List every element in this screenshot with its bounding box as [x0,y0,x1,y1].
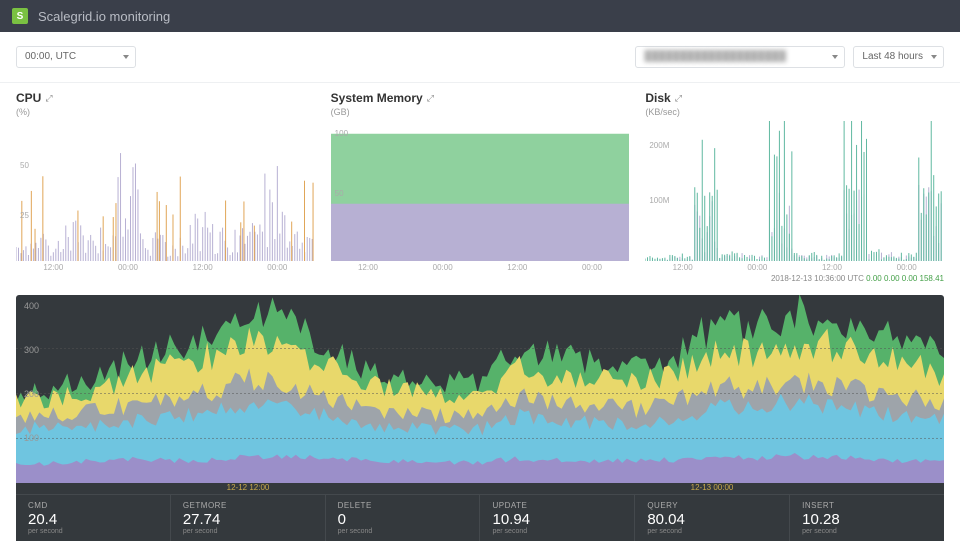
toolbar: 00:00, UTC ████████████████████ Last 48 … [0,32,960,83]
main-chart-panel: 400 300 200 100 12-12 12:0012-13 00:00 C… [16,295,944,541]
disk-chart-unit: (KB/sec) [645,107,944,117]
expand-icon[interactable]: ⤢ [427,93,434,104]
main-x-labels: 12-12 12:0012-13 00:00 [16,483,944,494]
disk-chart-card: Disk ⤢ (KB/sec) 200M 100M 12:0000:00 12:… [645,91,944,283]
main-ops-chart: 400 300 200 100 [16,295,944,483]
metric-delete: DELETE0per second [326,495,481,541]
metric-insert: INSERT10.28per second [790,495,944,541]
metrics-bar: CMD20.4per secondGETMORE27.74per secondD… [16,494,944,541]
metric-update: UPDATE10.94per second [480,495,635,541]
memory-chart-card: System Memory ⤢ (GB) 100 50 12:0000:00 1… [331,91,630,283]
charts-row: CPU ⤢ (%) 50 25 12:0000:00 12:0000:00 Sy… [0,83,960,287]
memory-chart: 100 50 [331,121,630,261]
cpu-chart-unit: (%) [16,107,315,117]
disk-chart: 200M 100M [645,121,944,261]
disk-chart-title: Disk [645,91,670,105]
metric-query: QUERY80.04per second [635,495,790,541]
metric-getmore: GETMORE27.74per second [171,495,326,541]
cpu-chart-title: CPU [16,91,41,105]
cpu-chart-card: CPU ⤢ (%) 50 25 12:0000:00 12:0000:00 [16,91,315,283]
metric-cmd: CMD20.4per second [16,495,171,541]
timerange-select[interactable]: Last 48 hours [853,46,944,68]
app-logo: S [12,8,28,24]
app-title: Scalegrid.io monitoring [38,9,170,24]
disk-x-labels: 12:0000:00 12:0000:00 [645,263,944,272]
cpu-x-labels: 12:0000:00 12:0000:00 [16,263,315,272]
cpu-chart: 50 25 [16,121,315,261]
memory-chart-title: System Memory [331,91,423,105]
memory-x-labels: 12:0000:00 12:0000:00 [331,263,630,272]
cluster-select[interactable]: ████████████████████ [635,46,845,68]
expand-icon[interactable]: ⤢ [45,93,52,104]
memory-chart-unit: (GB) [331,107,630,117]
expand-icon[interactable]: ⤢ [675,93,682,104]
disk-timestamp: 2018-12-13 10:36:00 UTC 0.00 0.00 0.00 1… [645,274,944,283]
timezone-select[interactable]: 00:00, UTC [16,46,136,68]
app-header: S Scalegrid.io monitoring [0,0,960,32]
